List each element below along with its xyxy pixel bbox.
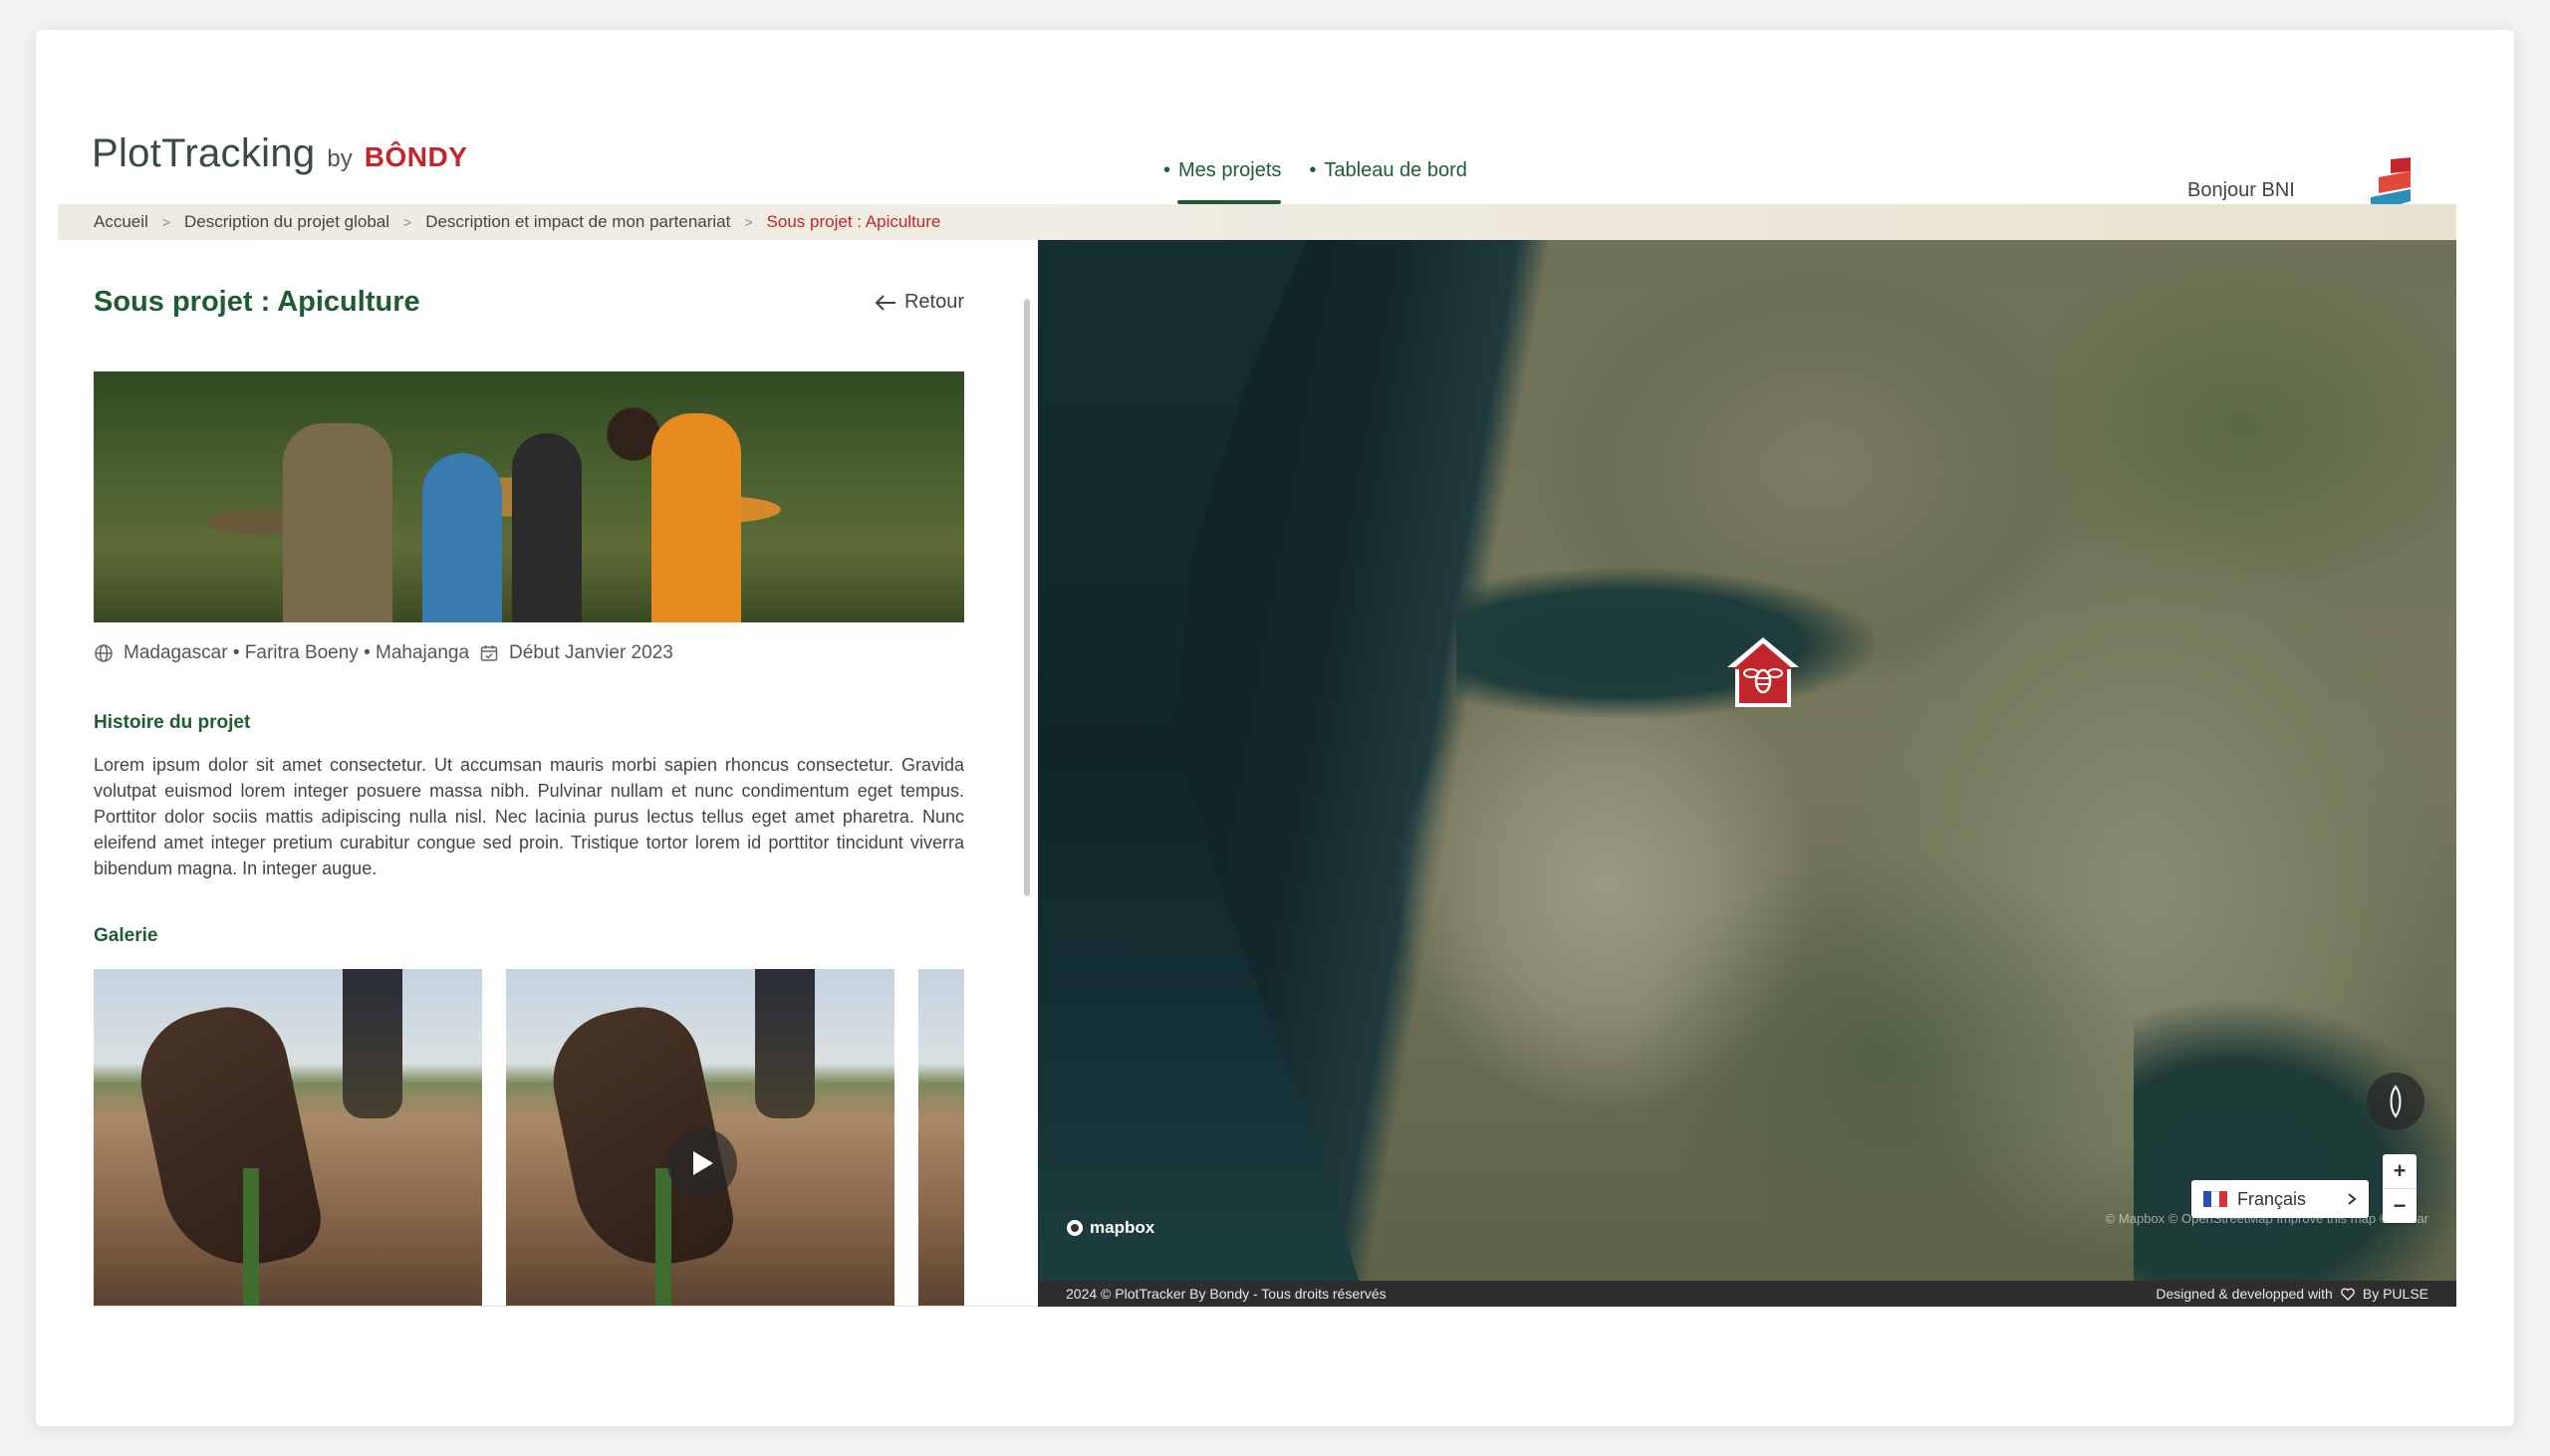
breadcrumb-separator: > xyxy=(403,214,412,230)
footer: 2024 © PlotTracker By Bondy - Tous droit… xyxy=(1038,1281,2456,1307)
play-button[interactable] xyxy=(667,1128,737,1198)
project-panel: Sous projet : Apiculture Retour Madagasc… xyxy=(94,240,964,1306)
breadcrumb-item-accueil[interactable]: Accueil xyxy=(94,212,148,232)
gallery-image-detail xyxy=(655,1168,671,1306)
gallery-image[interactable] xyxy=(918,969,964,1306)
nav-bullet: • xyxy=(1309,159,1317,181)
map-sea xyxy=(1038,240,1360,1281)
mapbox-logo[interactable]: mapbox xyxy=(1066,1218,1154,1238)
main-nav: • Mes projets • Tableau de bord xyxy=(1163,159,1467,204)
breadcrumb-bar: Accueil > Description du projet global >… xyxy=(58,204,2456,240)
breadcrumb-item-projet-global[interactable]: Description du projet global xyxy=(184,212,389,232)
page-title: Sous projet : Apiculture xyxy=(94,286,420,318)
bee-icon[interactable] xyxy=(1723,633,1803,713)
nav-item-tableau-de-bord[interactable]: • Tableau de bord xyxy=(1309,159,1466,204)
hero-figure xyxy=(422,453,502,622)
panel-scrollbar[interactable] xyxy=(1024,299,1030,896)
hero-figure xyxy=(512,433,582,622)
footer-copyright: 2024 © PlotTracker By Bondy - Tous droit… xyxy=(1066,1286,1387,1302)
title-row: Sous projet : Apiculture Retour xyxy=(94,286,964,319)
footer-credits-suffix[interactable]: By PULSE xyxy=(2363,1286,2428,1302)
footer-credits-prefix: Designed & developped with xyxy=(2156,1286,2333,1302)
chevron-right-icon xyxy=(2348,1193,2357,1205)
nav-item-mes-projets[interactable]: • Mes projets xyxy=(1163,159,1282,204)
map-river xyxy=(2134,997,2456,1281)
heart-icon xyxy=(2341,1287,2355,1301)
back-button[interactable]: Retour xyxy=(875,291,964,314)
breadcrumb: Accueil > Description du projet global >… xyxy=(94,204,940,240)
nav-bullet: • xyxy=(1163,159,1171,181)
project-hero-image xyxy=(94,371,964,622)
gallery-image-detail xyxy=(755,969,815,1118)
breadcrumb-separator: > xyxy=(161,214,170,230)
play-icon xyxy=(693,1151,713,1175)
project-meta: Madagascar • Faritra Boeny • Mahajanga D… xyxy=(94,642,673,664)
arrow-left-icon xyxy=(875,294,895,311)
calendar-icon xyxy=(480,645,498,661)
user-greeting[interactable]: Bonjour BNI xyxy=(2187,179,2295,202)
gallery-heading: Galerie xyxy=(94,925,158,946)
story-heading: Histoire du projet xyxy=(94,712,251,733)
back-label: Retour xyxy=(903,291,964,313)
globe-icon xyxy=(95,644,113,662)
hero-figure xyxy=(283,423,392,622)
gallery-image-detail xyxy=(243,1168,259,1306)
logo-text: PlotTracking xyxy=(92,131,316,175)
mapbox-icon xyxy=(1067,1220,1083,1236)
story-text: Lorem ipsum dolor sit amet consectetur. … xyxy=(94,755,964,878)
footer-credits: Designed & developped with By PULSE xyxy=(2156,1286,2428,1302)
logo[interactable]: PlotTracking by BÔNDY xyxy=(92,131,467,176)
logo-by: by xyxy=(327,145,353,172)
compass-button[interactable] xyxy=(2367,1073,2424,1130)
nav-label: Tableau de bord xyxy=(1324,159,1467,181)
gallery-video[interactable] xyxy=(506,969,894,1306)
gallery xyxy=(94,969,964,1306)
french-flag-icon xyxy=(2203,1191,2227,1207)
nav-label: Mes projets xyxy=(1178,159,1282,181)
breadcrumb-separator: > xyxy=(744,214,753,230)
map-view[interactable]: + − Français mapbox © Mapbox © OpenStree… xyxy=(1038,240,2456,1281)
logo-brand: BÔNDY xyxy=(364,141,468,172)
breadcrumb-current: Sous projet : Apiculture xyxy=(766,212,941,231)
hero-figure xyxy=(651,413,741,622)
map-bay xyxy=(1456,569,1875,718)
language-label: Français xyxy=(2237,1188,2307,1209)
gallery-image-detail xyxy=(128,996,329,1281)
breadcrumb-item-partenariat[interactable]: Description et impact de mon partenariat xyxy=(425,212,730,232)
project-location: Madagascar • Faritra Boeny • Mahajanga xyxy=(124,642,470,663)
divider xyxy=(94,1306,1038,1307)
map-attribution[interactable]: © Mapbox © OpenStreetMap Improve this ma… xyxy=(2106,1211,2428,1226)
project-start-date: Début Janvier 2023 xyxy=(509,642,673,663)
gallery-image[interactable] xyxy=(94,969,482,1306)
mapbox-label: mapbox xyxy=(1090,1218,1155,1237)
gallery-image-detail xyxy=(343,969,402,1118)
zoom-in-button[interactable]: + xyxy=(2383,1154,2417,1188)
compass-icon xyxy=(2390,1085,2402,1118)
